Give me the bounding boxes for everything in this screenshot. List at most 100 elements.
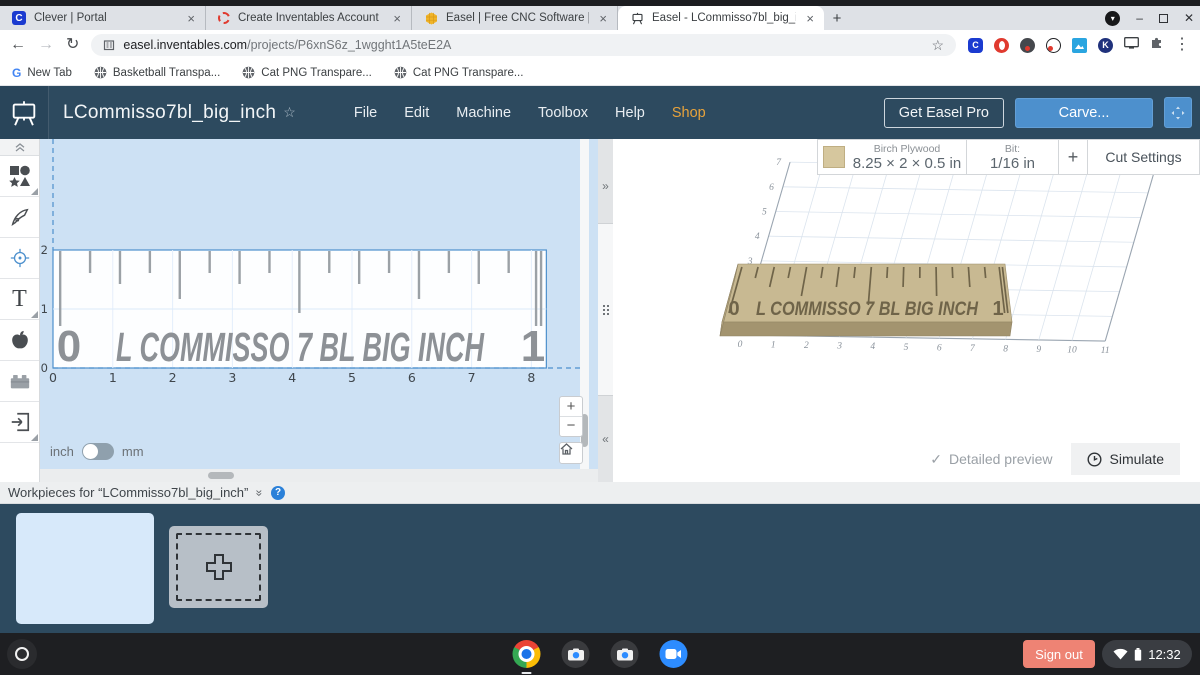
tab-easel-project[interactable]: Easel - LCommisso7bl_big_inch ×: [618, 6, 824, 30]
minimize-button[interactable]: –: [1136, 11, 1143, 25]
zoom-in-button[interactable]: +: [560, 397, 582, 417]
reload-icon[interactable]: ↻: [66, 37, 79, 53]
media-controls-icon[interactable]: ▾: [1105, 11, 1120, 26]
add-workpiece-button[interactable]: [169, 526, 268, 608]
fullscreen-arrows-button[interactable]: [1164, 97, 1192, 128]
photos-extension-icon[interactable]: [1072, 38, 1087, 53]
status-tray[interactable]: 12:32: [1102, 640, 1192, 668]
tab-title: Create Inventables Account: [238, 12, 383, 24]
bookmark-cat-png-1[interactable]: Cat PNG Transpare...: [242, 66, 372, 79]
x-axis-label: 0: [49, 370, 57, 385]
menu-help[interactable]: Help: [615, 105, 645, 121]
get-easel-pro-button[interactable]: Get Easel Pro: [884, 98, 1004, 128]
bit-value: 1/16 in: [990, 155, 1035, 172]
divider-bottom[interactable]: «: [598, 395, 613, 482]
y-axis-label: 1: [41, 302, 48, 316]
bookmark-cat-png-2[interactable]: Cat PNG Transpare...: [394, 66, 524, 79]
projects-blocks-tool[interactable]: [0, 361, 39, 402]
clever-extension-icon[interactable]: C: [968, 38, 983, 53]
material-button[interactable]: Birch Plywood 8.25 × 2 × 0.5 in: [817, 139, 967, 175]
sign-out-button[interactable]: Sign out: [1023, 640, 1095, 668]
shapes-tool[interactable]: [0, 156, 39, 197]
launcher-button[interactable]: [7, 639, 37, 669]
zoom-home-button[interactable]: [559, 442, 583, 464]
inch-label[interactable]: inch: [50, 444, 74, 459]
shapes-icon: [9, 165, 31, 187]
tab-easel-home[interactable]: Easel | Free CNC Software | Inve ×: [412, 6, 618, 30]
stock-left-number: 0: [728, 298, 739, 320]
menu-shop[interactable]: Shop: [672, 105, 706, 121]
unit-toggle-switch[interactable]: [82, 443, 114, 460]
text-tool[interactable]: T: [0, 279, 39, 320]
red-extension-icon[interactable]: [994, 38, 1009, 53]
bookmark-new-tab[interactable]: G New Tab: [12, 66, 72, 80]
menu-machine[interactable]: Machine: [456, 105, 511, 121]
new-tab-button[interactable]: +: [824, 6, 850, 30]
chrome-app-icon[interactable]: [513, 640, 541, 668]
pen-tool[interactable]: [0, 197, 39, 238]
carve-button[interactable]: Carve...: [1015, 98, 1153, 128]
mm-label[interactable]: mm: [122, 444, 144, 459]
import-tool[interactable]: [0, 402, 39, 443]
bookmark-label: Cat PNG Transpare...: [261, 67, 372, 79]
3d-preview[interactable]: 01234567891011123456701L COMMISSO 7 BL B…: [613, 139, 1200, 482]
canvas-horizontal-scrollbar[interactable]: [40, 469, 598, 482]
favorite-star-icon[interactable]: ☆: [283, 104, 296, 121]
collapse-panel-icon[interactable]: »: [253, 489, 267, 496]
launcher-ring-icon: [15, 647, 29, 661]
x-axis-label: 7: [468, 370, 476, 385]
cut-settings-button[interactable]: Cut Settings: [1088, 139, 1200, 175]
drill-origin-tool[interactable]: [0, 238, 39, 279]
bookmarks-bar: G New Tab Basketball Transpa... Cat PNG …: [0, 60, 1200, 86]
tab-create-account[interactable]: Create Inventables Account ×: [206, 6, 412, 30]
toolbar-collapse-button[interactable]: [0, 139, 39, 156]
target-extension-icon[interactable]: [1046, 38, 1061, 53]
help-icon[interactable]: ?: [271, 486, 285, 500]
menu-file[interactable]: File: [354, 105, 377, 121]
tab-close-icon[interactable]: ×: [391, 11, 403, 26]
divider-top[interactable]: »: [598, 139, 613, 224]
cast-icon[interactable]: [1124, 36, 1139, 54]
dark-extension-icon[interactable]: [1020, 38, 1035, 53]
simulate-button[interactable]: Simulate: [1071, 443, 1180, 475]
ruler-design: 01L COMMISSO 7 BL BIG INCH012345678210: [40, 139, 598, 469]
browser-menu-icon[interactable]: ⋮: [1174, 37, 1190, 53]
double-chevron-up-icon: [15, 143, 25, 152]
zoom-out-button[interactable]: −: [560, 417, 582, 436]
camera-app-icon[interactable]: [611, 640, 639, 668]
extensions-puzzle-icon[interactable]: [1150, 36, 1163, 54]
preview-bottom-bar: ✓ Detailed preview Simulate: [613, 436, 1200, 482]
menu-toolbox[interactable]: Toolbox: [538, 105, 588, 121]
detailed-preview-toggle[interactable]: ✓ Detailed preview: [930, 451, 1052, 468]
menu-edit[interactable]: Edit: [404, 105, 429, 121]
restore-button[interactable]: [1159, 14, 1168, 23]
tab-close-icon[interactable]: ×: [597, 11, 609, 26]
left-toolbar: T: [0, 139, 40, 482]
camera-app-icon[interactable]: [562, 640, 590, 668]
panel-divider[interactable]: » «: [598, 139, 613, 482]
forward-icon[interactable]: →: [38, 37, 54, 53]
add-bit-button[interactable]: +: [1059, 139, 1088, 175]
tab-close-icon[interactable]: ×: [804, 11, 816, 26]
tab-clever[interactable]: C Clever | Portal ×: [0, 6, 206, 30]
y-axis-label: 2: [41, 243, 48, 257]
site-icon: [103, 39, 115, 51]
unit-toggle: inch mm: [50, 443, 144, 460]
bit-button[interactable]: Bit: 1/16 in: [967, 139, 1059, 175]
easel-logo[interactable]: [0, 86, 49, 139]
tab-close-icon[interactable]: ×: [185, 11, 197, 26]
bookmark-star-icon[interactable]: ☆: [931, 37, 944, 54]
workpiece-thumbnail[interactable]: [16, 513, 154, 624]
back-icon[interactable]: ←: [10, 37, 26, 53]
apps-tool[interactable]: [0, 320, 39, 361]
stock-engraved-text: L COMMISSO 7 BL BIG INCH: [756, 299, 979, 320]
close-window-button[interactable]: ✕: [1184, 11, 1194, 25]
video-call-app-icon[interactable]: [660, 640, 688, 668]
address-bar[interactable]: easel.inventables.com/projects/P6xnS6z_1…: [91, 34, 956, 56]
scrollbar-thumb[interactable]: [208, 472, 234, 479]
design-canvas[interactable]: 01L COMMISSO 7 BL BIG INCH012345678210 +…: [40, 139, 598, 482]
divider-handle[interactable]: [598, 224, 613, 395]
bookmark-basketball[interactable]: Basketball Transpa...: [94, 66, 220, 79]
kami-extension-icon[interactable]: K: [1098, 38, 1113, 53]
project-title[interactable]: LCommisso7bl_big_inch: [63, 102, 276, 124]
